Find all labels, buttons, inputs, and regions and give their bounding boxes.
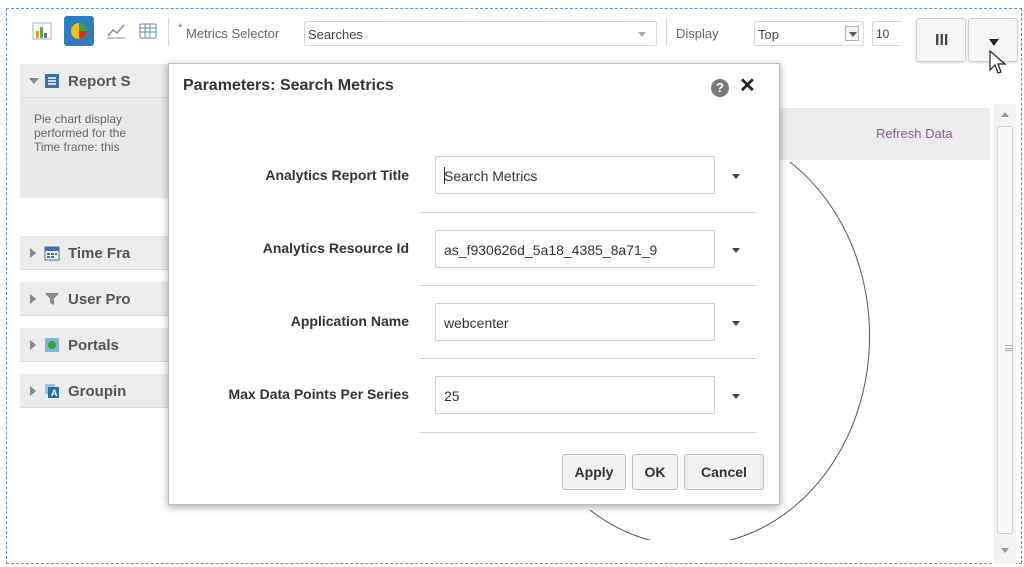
table-icon[interactable] [138,22,158,40]
toolbar-separator [666,18,667,46]
bar-chart-icon[interactable] [32,22,52,40]
columns-button[interactable]: III [916,18,966,62]
report-icon [45,74,59,88]
calendar-icon [44,246,60,261]
resource-id-value: as_f930626d_5a18_4385_8a71_9 [444,242,658,258]
accordion-user-profile-label: User Pro [68,291,131,308]
max-data-points-field[interactable]: 25 [435,376,715,414]
report-title-value: Search Metrics [444,168,538,184]
report-description: Pie chart display performed for the Time… [20,98,170,198]
scroll-up-icon[interactable] [1001,112,1009,117]
chevron-down-icon[interactable] [732,174,740,179]
chevron-down-icon[interactable] [732,321,740,326]
toolbar: * Metrics Selector Searches Display Top … [20,14,1020,50]
scroll-down-icon[interactable] [1001,548,1009,553]
description-line: performed for the [34,126,127,140]
count-value: 10 [876,27,890,41]
description-line: Pie chart display [34,112,123,126]
accordion-grouping[interactable]: A Groupin [20,374,170,408]
expand-arrow-icon [30,340,36,350]
display-value: Top [758,27,779,42]
row-divider [419,432,757,433]
metrics-selector-dropdown[interactable]: Searches [304,21,657,46]
close-icon[interactable]: ✕ [739,75,756,97]
dialog-title: Parameters: Search Metrics [183,77,394,94]
pie-chart-icon [71,23,87,39]
max-data-points-value: 25 [444,388,460,404]
accordion-time-frame[interactable]: Time Fra [20,236,170,270]
scrollbar-thumb[interactable] [997,126,1013,534]
application-name-value: webcenter [444,315,509,331]
count-input[interactable]: 10 [872,21,902,46]
accordion-report-label: Report S [68,73,131,90]
description-line: Time frame: this [34,140,120,154]
mouse-pointer-icon [989,50,1007,74]
row-divider [419,285,757,286]
max-data-points-label: Max Data Points Per Series [228,386,409,402]
chevron-down-icon [845,26,859,41]
toolbar-separator [168,18,169,46]
parameters-dialog: Parameters: Search Metrics ? ✕ Analytics… [168,63,780,505]
grip-icon [1005,345,1013,351]
pie-chart-tab-active[interactable] [64,16,94,46]
accordion-report-header[interactable]: Report S [20,64,170,98]
cancel-button[interactable]: Cancel [684,454,764,490]
application-name-field[interactable]: webcenter [435,303,715,341]
chevron-down-icon [638,32,646,37]
accordion-time-frame-label: Time Fra [68,245,131,262]
collapse-arrow-icon [29,78,39,84]
accordion-portals[interactable]: Portals [20,328,170,362]
row-divider [419,212,757,213]
metrics-selector-label: Metrics Selector [186,26,280,41]
expand-arrow-icon [30,248,36,258]
resource-id-field[interactable]: as_f930626d_5a18_4385_8a71_9 [435,230,715,268]
accordion-portals-label: Portals [68,337,119,354]
refresh-data-link[interactable]: Refresh Data [876,126,953,141]
columns-icon: III [935,32,949,49]
required-mark: * [178,22,183,34]
apply-button[interactable]: Apply [562,454,626,490]
expand-arrow-icon [30,294,36,304]
funnel-icon [45,293,59,305]
grouping-icon: A [45,384,59,398]
accordion-grouping-label: Groupin [68,383,127,400]
svg-text:A: A [51,388,58,398]
report-title-field[interactable]: Search Metrics [435,156,715,194]
help-icon[interactable]: ? [711,79,729,97]
vertical-scrollbar[interactable] [994,104,1016,564]
application-name-label: Application Name [290,313,409,329]
row-divider [419,358,757,359]
chevron-down-icon[interactable] [732,248,740,253]
portal-icon [45,338,59,352]
left-accordion: Report S Pie chart display performed for… [20,64,170,424]
display-dropdown[interactable]: Top [754,21,864,46]
expand-arrow-icon [30,386,36,396]
report-title-label: Analytics Report Title [265,167,409,183]
chevron-down-icon[interactable] [732,394,740,399]
resource-id-label: Analytics Resource Id [262,240,409,256]
line-chart-icon[interactable] [106,22,126,40]
accordion-user-profile[interactable]: User Pro [20,282,170,316]
display-label: Display [676,26,719,41]
ok-button[interactable]: OK [632,454,678,490]
metrics-selector-value: Searches [308,27,363,42]
